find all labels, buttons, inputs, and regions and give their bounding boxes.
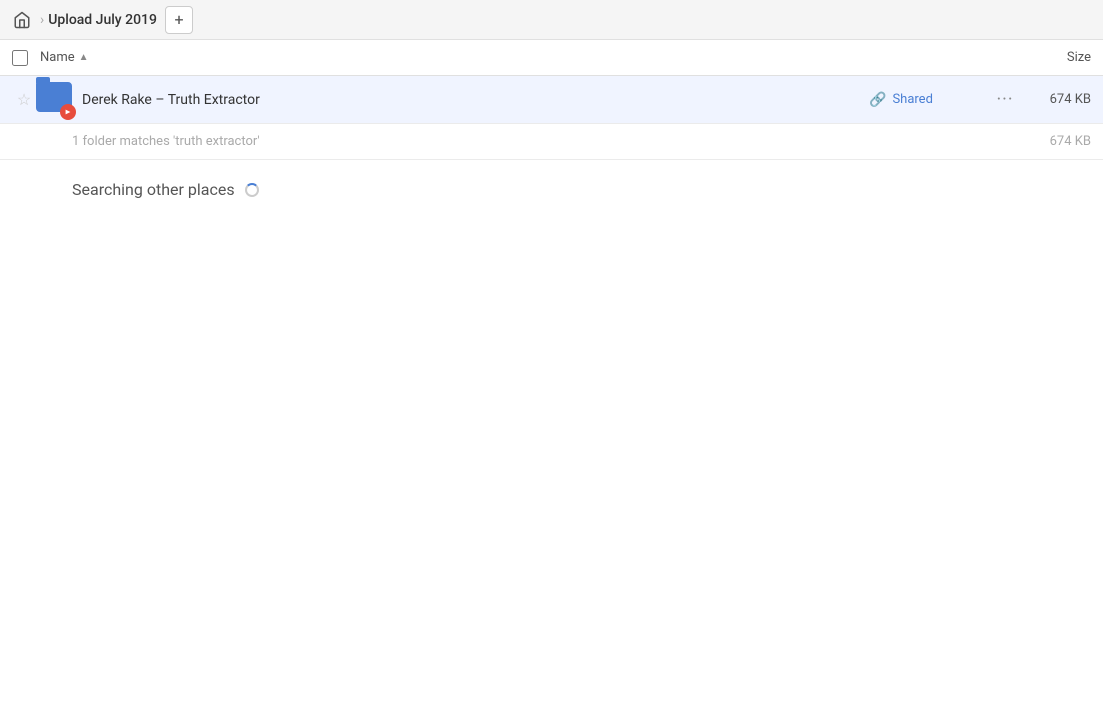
link-icon: 🔗 [869,92,886,108]
size-column-header: Size [1011,50,1091,65]
folder-badge [60,104,76,120]
file-name: Derek Rake – Truth Extractor [82,92,869,108]
name-column-header[interactable]: Name ▲ [40,50,1011,65]
select-all-checkbox-area[interactable] [12,50,40,66]
breadcrumb-title: Upload July 2019 [48,12,157,28]
loading-spinner [245,183,259,197]
more-menu-button[interactable]: ··· [989,89,1021,110]
breadcrumb-separator: › [40,12,44,28]
home-button[interactable] [8,6,36,34]
add-button[interactable]: + [165,6,193,34]
file-row[interactable]: ☆ Derek Rake – Truth Extractor 🔗 Shared … [0,76,1103,124]
shared-label: Shared [892,92,932,107]
searching-text: Searching other places [72,180,235,199]
column-header: Name ▲ Size [0,40,1103,76]
sort-arrow-icon: ▲ [79,52,89,63]
matches-row: 1 folder matches 'truth extractor' 674 K… [0,124,1103,160]
matches-size: 674 KB [1050,134,1091,149]
shared-area: 🔗 Shared [869,92,989,108]
searching-row: Searching other places [0,160,1103,219]
select-all-checkbox[interactable] [12,50,28,66]
star-icon[interactable]: ☆ [17,90,31,109]
top-bar: › Upload July 2019 + [0,0,1103,40]
file-size: 674 KB [1021,92,1091,107]
star-area[interactable]: ☆ [12,90,36,109]
matches-text: 1 folder matches 'truth extractor' [72,134,260,149]
folder-icon-wrap [36,82,72,118]
